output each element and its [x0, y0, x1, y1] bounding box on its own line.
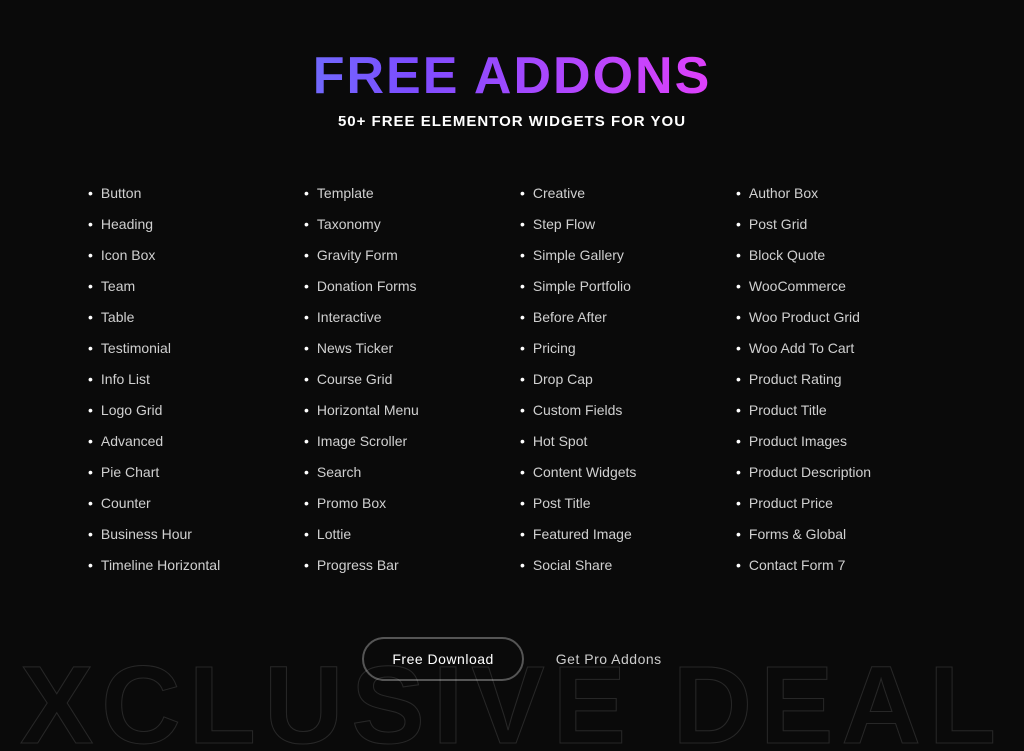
widget-column-1: ButtonHeadingIcon BoxTeamTableTestimonia… — [80, 178, 296, 581]
widget-item: Horizontal Menu — [304, 395, 504, 426]
page-wrapper: FREE ADDONS 50+ FREE ELEMENTOR Widgets f… — [0, 0, 1024, 751]
widget-item: Hot Spot — [520, 426, 720, 457]
widgets-grid: ButtonHeadingIcon BoxTeamTableTestimonia… — [0, 178, 1024, 581]
widget-column-4: Author BoxPost GridBlock QuoteWooCommerc… — [728, 178, 944, 581]
widget-item: Interactive — [304, 302, 504, 333]
widget-item: Pie Chart — [88, 457, 288, 488]
widget-item: Product Description — [736, 457, 936, 488]
widget-item: Timeline Horizontal — [88, 550, 288, 581]
widget-column-3: CreativeStep FlowSimple GallerySimple Po… — [512, 178, 728, 581]
widget-item: Lottie — [304, 519, 504, 550]
widget-item: Product Price — [736, 488, 936, 519]
widget-item: Contact Form 7 — [736, 550, 936, 581]
widget-item: Block Quote — [736, 240, 936, 271]
widget-item: Drop Cap — [520, 364, 720, 395]
widget-item: Donation Forms — [304, 271, 504, 302]
widget-item: Custom Fields — [520, 395, 720, 426]
widget-item: Course Grid — [304, 364, 504, 395]
widget-item: Post Grid — [736, 209, 936, 240]
header-section: FREE ADDONS 50+ FREE ELEMENTOR Widgets f… — [0, 0, 1024, 162]
widget-item: News Ticker — [304, 333, 504, 364]
widget-item: Woo Add To Cart — [736, 333, 936, 364]
widget-item: Table — [88, 302, 288, 333]
widget-item: Post Title — [520, 488, 720, 519]
widget-item: Forms & Global — [736, 519, 936, 550]
widget-item: WooCommerce — [736, 271, 936, 302]
widget-item: Taxonomy — [304, 209, 504, 240]
exclusive-deal-banner: XCLUSIVE DEAL — [0, 651, 1024, 751]
widget-item: Logo Grid — [88, 395, 288, 426]
widget-item: Promo Box — [304, 488, 504, 519]
widget-item: Heading — [88, 209, 288, 240]
subtitle-bold: ELEMENTOR — [421, 113, 524, 130]
widget-item: Image Scroller — [304, 426, 504, 457]
widget-item: Simple Gallery — [520, 240, 720, 271]
widget-item: Step Flow — [520, 209, 720, 240]
main-title: FREE ADDONS — [0, 48, 1024, 105]
subtitle-normal: 50+ FREE — [338, 113, 421, 130]
widget-item: Info List — [88, 364, 288, 395]
widget-item: Woo Product Grid — [736, 302, 936, 333]
widget-item: Social Share — [520, 550, 720, 581]
widget-item: Icon Box — [88, 240, 288, 271]
widget-item: Progress Bar — [304, 550, 504, 581]
widget-item: Testimonial — [88, 333, 288, 364]
subtitle: 50+ FREE ELEMENTOR Widgets for you — [0, 113, 1024, 130]
widget-item: Advanced — [88, 426, 288, 457]
widget-item: Featured Image — [520, 519, 720, 550]
widget-item: Content Widgets — [520, 457, 720, 488]
widget-item: Before After — [520, 302, 720, 333]
widget-item: Simple Portfolio — [520, 271, 720, 302]
widget-item: Team — [88, 271, 288, 302]
widget-item: Creative — [520, 178, 720, 209]
widget-column-2: TemplateTaxonomyGravity FormDonation For… — [296, 178, 512, 581]
widget-item: Pricing — [520, 333, 720, 364]
widget-item: Product Rating — [736, 364, 936, 395]
widget-item: Button — [88, 178, 288, 209]
widget-item: Gravity Form — [304, 240, 504, 271]
widget-item: Counter — [88, 488, 288, 519]
widget-item: Product Title — [736, 395, 936, 426]
widget-item: Search — [304, 457, 504, 488]
widget-item: Business Hour — [88, 519, 288, 550]
widget-item: Product Images — [736, 426, 936, 457]
widget-item: Template — [304, 178, 504, 209]
subtitle-end: Widgets for you — [524, 113, 686, 130]
widget-item: Author Box — [736, 178, 936, 209]
